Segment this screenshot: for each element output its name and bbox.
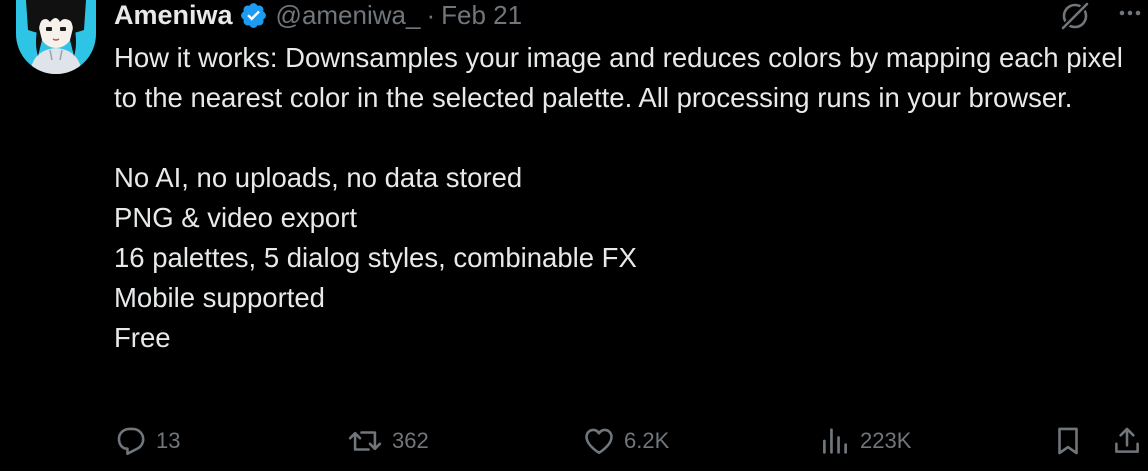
views-button[interactable]: 223K [818,421,911,461]
author-handle[interactable]: @ameniwa_ [276,0,421,31]
avatar[interactable] [16,0,96,74]
repost-count: 362 [392,428,429,453]
reply-button[interactable]: 13 [114,421,180,461]
views-count: 223K [860,428,912,453]
tweet-date[interactable]: Feb 21 [441,0,522,31]
share-icon [1110,424,1144,458]
header-separator: · [426,0,436,30]
verified-badge-icon [239,1,268,30]
bookmark-button[interactable] [1051,421,1085,461]
reply-icon [114,424,148,458]
author-display-name[interactable]: Ameniwa [114,0,233,31]
views-icon [818,424,852,458]
grok-icon[interactable] [1057,0,1093,32]
bookmark-icon [1051,424,1085,458]
avatar-illustration [16,0,96,74]
share-button[interactable] [1110,421,1144,461]
tweet-header: Ameniwa @ameniwa_ · Feb 21 [114,0,522,30]
repost-icon [346,424,384,458]
like-icon [582,424,616,458]
tweet-actions: 13 362 6.2K 223K [114,421,1148,461]
like-button[interactable]: 6.2K [582,421,669,461]
more-icon[interactable] [1110,0,1148,30]
reply-count: 13 [156,428,181,453]
like-count: 6.2K [624,428,670,453]
repost-button[interactable]: 362 [346,421,429,461]
tweet-text: How it works: Downsamples your image and… [114,42,1123,353]
tweet[interactable]: Ameniwa @ameniwa_ · Feb 21 How it works:… [0,0,1148,471]
